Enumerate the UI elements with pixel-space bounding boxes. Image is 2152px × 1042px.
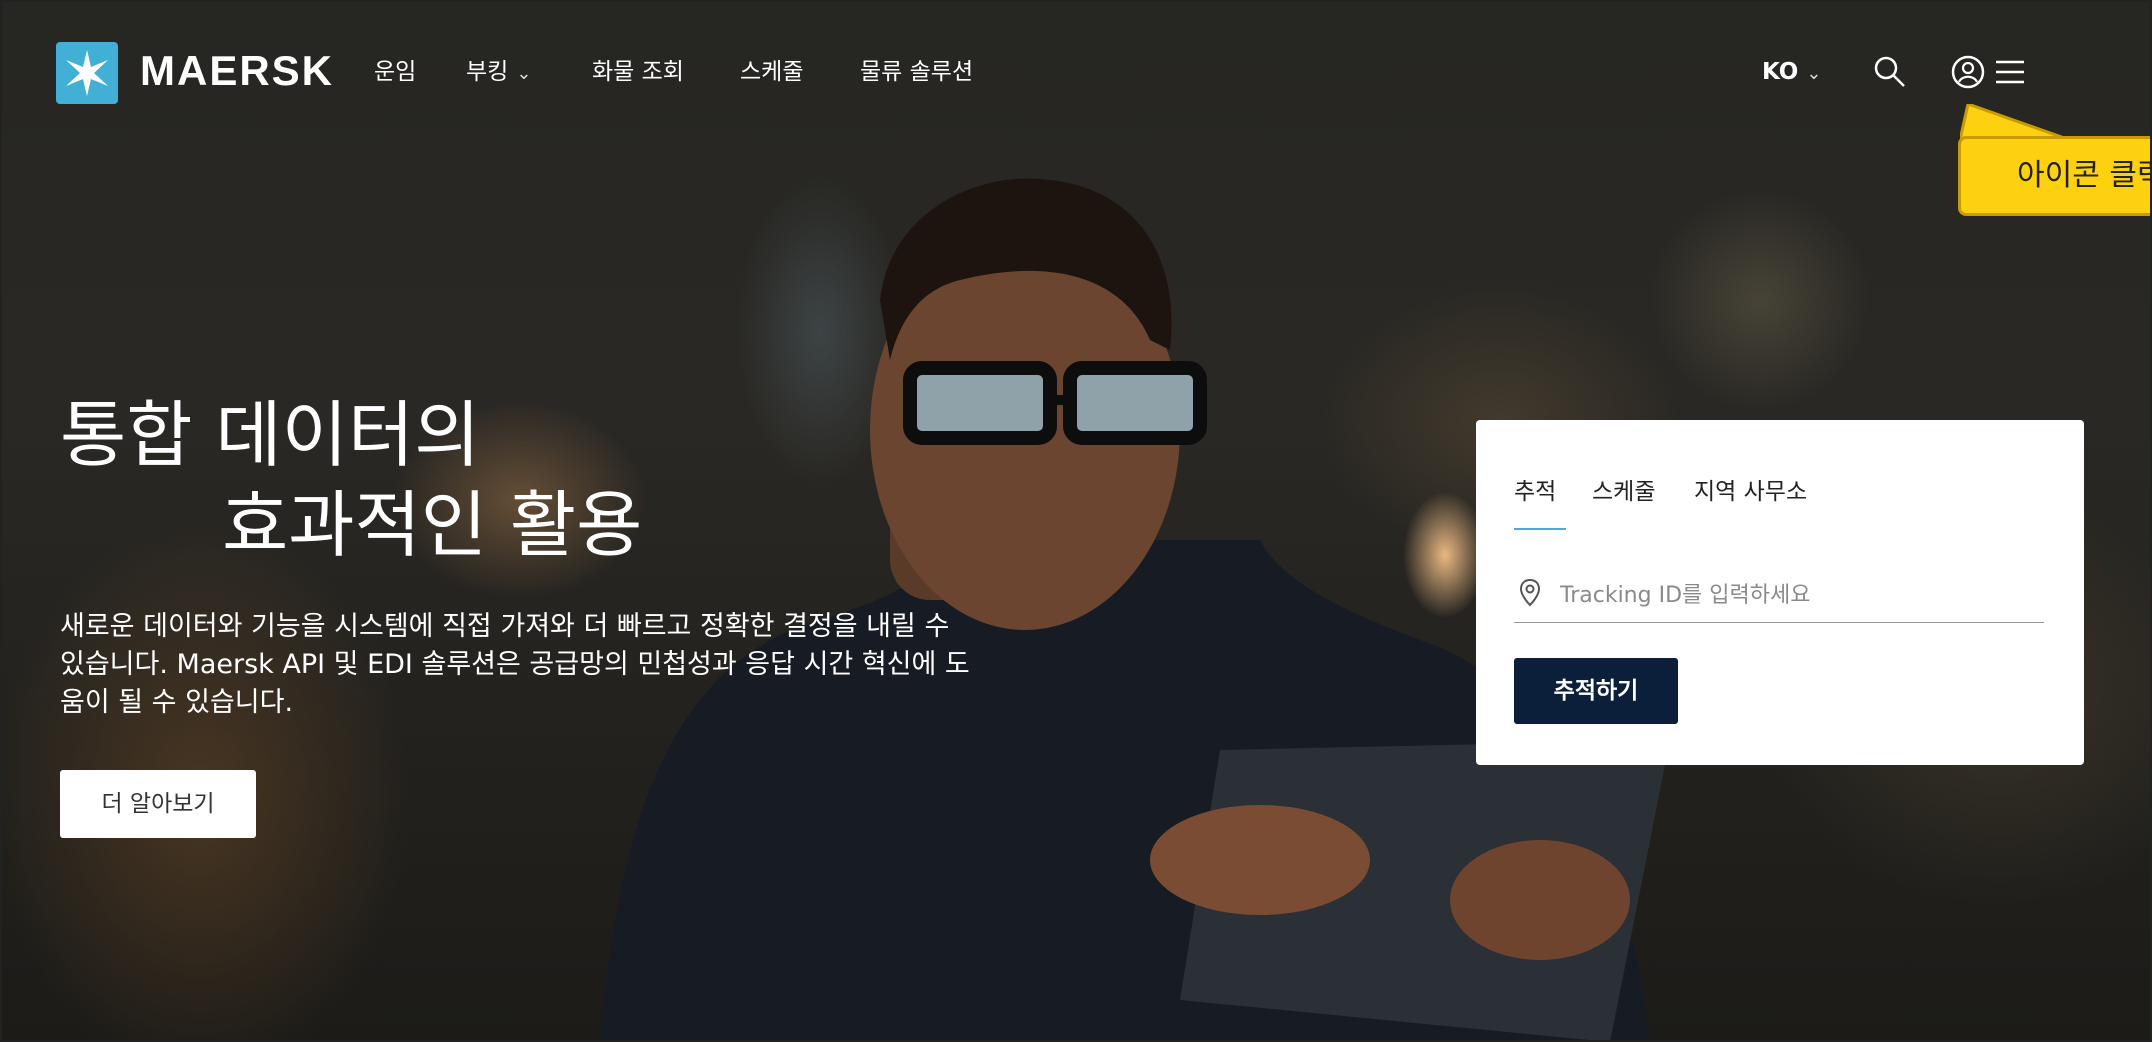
hero-title: 통합 데이터의 효과적인 활용 [60, 390, 642, 570]
click-icon-tooltip: 아이콘 클릭 [1958, 136, 2152, 216]
search-icon[interactable] [1870, 52, 1910, 92]
hero-title-line2: 효과적인 활용 [222, 483, 643, 567]
maersk-star-icon[interactable] [56, 42, 118, 104]
location-pin-icon [1519, 578, 1541, 607]
chevron-down-icon: ⌄ [516, 63, 532, 84]
active-tab-indicator [1514, 528, 1566, 530]
learn-more-button[interactable]: 더 알아보기 [60, 770, 256, 838]
maersk-logo-text[interactable]: MAERSK [140, 46, 334, 96]
nav-item-rates[interactable]: 운임 [374, 56, 416, 88]
hero-title-line1: 통합 데이터의 [60, 393, 481, 477]
tracking-id-input[interactable] [1558, 574, 2032, 616]
nav-item-cargo-tracking[interactable]: 화물 조회 [592, 56, 684, 88]
tracking-id-field [1514, 570, 2044, 623]
chevron-down-icon: ⌄ [1806, 63, 1822, 84]
tab-local-offices[interactable]: 지역 사무소 [1694, 476, 1807, 508]
tab-tracking[interactable]: 추적 [1514, 476, 1556, 508]
tab-schedules[interactable]: 스케줄 [1592, 476, 1655, 508]
nav-item-schedules[interactable]: 스케줄 [740, 56, 803, 88]
nav-item-booking[interactable]: 부킹 ⌄ [466, 56, 531, 90]
top-navbar: MAERSK 운임 부킹 ⌄ 화물 조회 스케줄 물류 솔루션 KO ⌄ [0, 0, 2152, 150]
menu-icon[interactable] [1990, 52, 2030, 92]
track-button[interactable]: 추적하기 [1514, 658, 1678, 724]
hero-description: 새로운 데이터와 기능을 시스템에 직접 가져와 더 빠르고 정확한 결정을 내… [60, 611, 970, 718]
tracking-card: 추적 스케줄 지역 사무소 추적하기 [1476, 420, 2084, 765]
nav-item-logistics-solutions[interactable]: 물류 솔루션 [860, 56, 973, 88]
user-icon[interactable] [1948, 52, 1988, 92]
language-selector[interactable]: KO ⌄ [1762, 56, 1821, 90]
